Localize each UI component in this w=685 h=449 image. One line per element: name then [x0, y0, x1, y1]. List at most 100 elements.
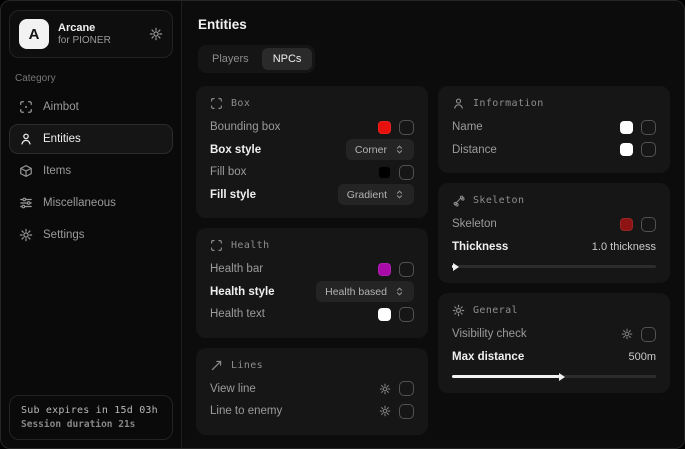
box-style-select[interactable]: Corner [346, 139, 414, 160]
setting-label: Health style [210, 286, 275, 298]
skeleton-card-header: Skeleton [452, 194, 656, 207]
setting-row: Fill style Gradient [210, 184, 414, 207]
fill-style-select[interactable]: Gradient [338, 184, 414, 205]
unfold-icon [394, 189, 405, 200]
sidebar-item-miscellaneous[interactable]: Miscellaneous [9, 188, 173, 218]
card-title: Lines [231, 360, 263, 371]
health-card: Health Health bar Health style Health ba… [196, 228, 428, 338]
thickness-slider[interactable] [452, 265, 656, 268]
information-card: Information Name Distance [438, 86, 670, 173]
gear-icon[interactable] [379, 383, 391, 395]
sidebar-item-label: Entities [43, 133, 81, 145]
slider-handle[interactable] [559, 373, 565, 381]
thickness-value: 1.0 thickness [592, 241, 656, 253]
setting-row: Name [452, 116, 656, 139]
line-to-enemy-checkbox[interactable] [399, 404, 414, 419]
sidebar-item-items[interactable]: Items [9, 156, 173, 186]
health-text-checkbox[interactable] [399, 307, 414, 322]
general-card-header: General [452, 304, 656, 317]
select-value: Corner [355, 144, 387, 156]
tab-group: Players NPCs [198, 45, 315, 73]
setting-row: Fill box [210, 161, 414, 184]
setting-row: Box style Corner [210, 139, 414, 162]
gear-icon [19, 228, 33, 242]
app-name: Arcane [58, 22, 111, 34]
setting-label: Thickness [452, 241, 508, 253]
health-bar-checkbox[interactable] [399, 262, 414, 277]
name-checkbox[interactable] [641, 120, 656, 135]
gear-icon [452, 304, 465, 317]
diagonal-line-icon [210, 359, 223, 372]
setting-row: View line [210, 378, 414, 401]
sidebar-nav: Aimbot Entities Items Miscellaneous [9, 92, 173, 250]
arcane-window: A Arcane for PIONER Category Aimbot [0, 0, 685, 449]
setting-label: Skeleton [452, 218, 497, 230]
sidebar-item-settings[interactable]: Settings [9, 220, 173, 250]
unfold-icon [394, 144, 405, 155]
fill-box-checkbox[interactable] [399, 165, 414, 180]
cards-grid: Box Bounding box Box style Corner [196, 86, 670, 435]
sub-expires-text: Sub expires in 15d 03h [21, 405, 161, 416]
box-card-header: Box [210, 97, 414, 110]
color-swatch[interactable] [378, 308, 391, 321]
setting-label: Box style [210, 144, 261, 156]
gear-icon[interactable] [379, 405, 391, 417]
entities-person-icon [19, 132, 33, 146]
distance-checkbox[interactable] [641, 142, 656, 157]
skeleton-checkbox[interactable] [641, 217, 656, 232]
information-card-header: Information [452, 97, 656, 110]
color-swatch[interactable] [378, 166, 391, 179]
sliders-icon [19, 196, 33, 210]
tab-npcs[interactable]: NPCs [262, 48, 313, 70]
left-column: Box Bounding box Box style Corner [196, 86, 428, 435]
sidebar: A Arcane for PIONER Category Aimbot [1, 1, 182, 448]
health-style-select[interactable]: Health based [316, 281, 414, 302]
max-distance-slider[interactable] [452, 375, 656, 378]
sidebar-item-label: Aimbot [43, 101, 79, 113]
setting-label: Fill box [210, 166, 246, 178]
bounding-box-checkbox[interactable] [399, 120, 414, 135]
gear-icon[interactable] [149, 27, 163, 41]
sidebar-item-label: Miscellaneous [43, 197, 116, 209]
max-distance-value: 500m [628, 351, 656, 363]
color-swatch[interactable] [378, 263, 391, 276]
app-meta: Arcane for PIONER [58, 22, 111, 46]
visibility-check-checkbox[interactable] [641, 327, 656, 342]
setting-label: Max distance [452, 351, 524, 363]
main-panel: Entities Players NPCs Box Bounding box [182, 1, 684, 448]
skeleton-card: Skeleton Skeleton Thickness 1.0 thicknes… [438, 183, 670, 283]
category-label: Category [15, 73, 167, 84]
color-swatch[interactable] [620, 121, 633, 134]
select-value: Health based [325, 286, 387, 298]
sidebar-item-label: Items [43, 165, 71, 177]
health-card-header: Health [210, 239, 414, 252]
setting-row: Thickness 1.0 thickness [452, 236, 656, 259]
sidebar-item-entities[interactable]: Entities [9, 124, 173, 154]
setting-row: Bounding box [210, 116, 414, 139]
general-card: General Visibility check Max distance [438, 293, 670, 393]
view-line-checkbox[interactable] [399, 381, 414, 396]
card-title: Box [231, 98, 250, 109]
color-swatch[interactable] [620, 218, 633, 231]
setting-label: View line [210, 383, 256, 395]
slider-fill [452, 375, 560, 378]
select-value: Gradient [347, 189, 387, 201]
setting-row: Health style Health based [210, 281, 414, 304]
setting-label: Fill style [210, 189, 256, 201]
color-swatch[interactable] [378, 121, 391, 134]
setting-row: Skeleton [452, 213, 656, 236]
sidebar-item-aimbot[interactable]: Aimbot [9, 92, 173, 122]
app-subtitle: for PIONER [58, 35, 111, 46]
slider-handle[interactable] [453, 263, 459, 271]
setting-row: Health text [210, 303, 414, 326]
app-header: A Arcane for PIONER [9, 10, 173, 58]
setting-label: Distance [452, 144, 497, 156]
card-title: General [473, 305, 518, 316]
lines-card-header: Lines [210, 359, 414, 372]
gear-icon[interactable] [621, 328, 633, 340]
setting-label: Name [452, 121, 483, 133]
tab-players[interactable]: Players [201, 48, 260, 70]
color-swatch[interactable] [620, 143, 633, 156]
lines-card: Lines View line Line to enemy [196, 348, 428, 435]
setting-label: Visibility check [452, 328, 527, 340]
